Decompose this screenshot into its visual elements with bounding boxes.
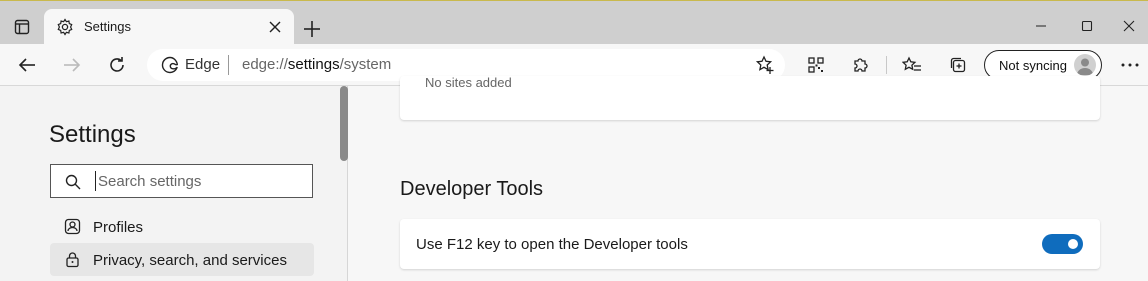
- settings-main: No sites added Developer Tools Use F12 k…: [349, 76, 1148, 281]
- sidebar-scrollbar[interactable]: [340, 86, 348, 161]
- minimize-icon: [1036, 25, 1046, 27]
- collections-button[interactable]: [944, 52, 972, 78]
- new-tab-icon[interactable]: [300, 17, 324, 41]
- gear-icon: [57, 18, 73, 36]
- extensions-button[interactable]: [847, 52, 875, 78]
- tab-bar: Settings: [0, 0, 1148, 45]
- search-box[interactable]: [50, 164, 313, 198]
- minimize-button[interactable]: [1018, 13, 1064, 39]
- browser-window: Settings Edge edge://settings/system Not…: [0, 0, 1148, 281]
- page-title: Settings: [49, 121, 136, 148]
- f12-setting-label: Use F12 key to open the Developer tools: [416, 236, 688, 253]
- omnibox-separator: [228, 55, 229, 75]
- tab-title: Settings: [84, 19, 131, 34]
- forward-button[interactable]: [58, 52, 86, 78]
- back-button[interactable]: [13, 52, 41, 78]
- add-favorite-icon[interactable]: [755, 55, 775, 75]
- edge-logo-icon: [161, 56, 179, 74]
- maximize-icon: [1081, 20, 1093, 32]
- url-host: settings: [287, 56, 340, 73]
- no-sites-text: No sites added: [425, 75, 512, 90]
- url-text: edge://settings/system: [242, 56, 391, 73]
- settings-sidebar: Settings Profiles Privacy, search, and s…: [0, 86, 348, 281]
- sidebar-item-privacy[interactable]: Privacy, search, and services: [50, 243, 314, 276]
- developer-tools-card: Use F12 key to open the Developer tools: [400, 219, 1100, 269]
- favorites-star-icon: [902, 56, 921, 71]
- close-window-button[interactable]: [1106, 13, 1148, 39]
- puzzle-icon: [854, 58, 868, 72]
- qr-code-icon: [808, 57, 824, 73]
- sidebar-item-label: Profiles: [93, 219, 144, 236]
- qr-code-button[interactable]: [802, 52, 830, 78]
- more-options-icon[interactable]: [1118, 54, 1142, 76]
- url-prefix: edge://: [242, 56, 288, 73]
- refresh-icon: [110, 57, 124, 72]
- tab-actions-button[interactable]: [8, 13, 36, 41]
- lock-icon: [66, 252, 79, 268]
- page-content: Settings Profiles Privacy, search, and s…: [0, 76, 1148, 281]
- search-icon: [65, 174, 81, 190]
- collections-icon: [950, 57, 966, 73]
- toolbar-divider: [886, 56, 887, 74]
- forward-arrow-icon: [64, 58, 81, 72]
- avatar: [1074, 54, 1096, 76]
- avatar-icon: [1077, 58, 1093, 75]
- sync-status-label: Not syncing: [999, 58, 1067, 73]
- sites-card: No sites added: [400, 76, 1100, 120]
- sidebar-item-profiles[interactable]: Profiles: [50, 210, 314, 243]
- refresh-button[interactable]: [103, 52, 131, 78]
- maximize-button[interactable]: [1064, 13, 1110, 39]
- favorites-button[interactable]: [898, 52, 926, 78]
- tab-actions-icon: [14, 19, 30, 35]
- f12-toggle[interactable]: [1042, 234, 1083, 254]
- tab-settings[interactable]: Settings: [44, 9, 294, 45]
- url-path: /system: [339, 56, 392, 73]
- toggle-knob: [1068, 239, 1078, 249]
- search-input[interactable]: [95, 171, 305, 191]
- sidebar-item-label: Privacy, search, and services: [93, 252, 287, 269]
- site-identity-label: Edge: [185, 56, 221, 73]
- profile-icon: [64, 218, 81, 235]
- close-tab-icon[interactable]: [266, 18, 284, 36]
- back-arrow-icon: [18, 58, 35, 72]
- close-window-icon: [1123, 20, 1135, 32]
- section-title: Developer Tools: [400, 178, 544, 200]
